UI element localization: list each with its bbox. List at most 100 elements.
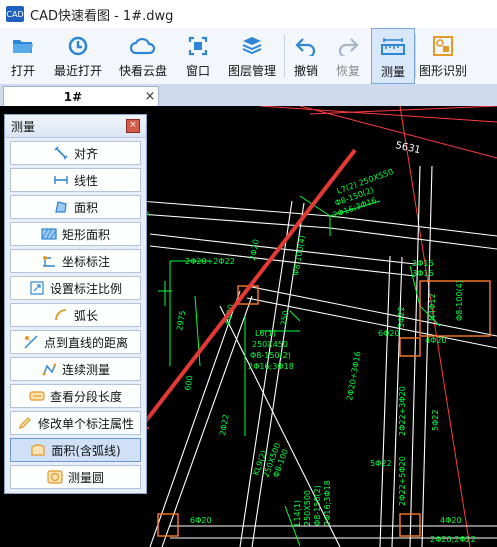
rect-area-button[interactable]: 矩形面积 xyxy=(10,222,141,246)
arc-length-button[interactable]: 弧长 xyxy=(10,303,141,327)
edit-icon xyxy=(17,416,33,430)
open-button[interactable]: 打开 xyxy=(0,28,46,84)
continuous-label: 连续测量 xyxy=(61,362,110,377)
shape-recognize-icon xyxy=(429,34,457,58)
area-arc-icon xyxy=(30,443,46,457)
beam-label: 5Φ22 xyxy=(370,459,392,468)
beam-label: L14(1) xyxy=(293,500,302,526)
rect-area-icon xyxy=(41,227,57,241)
edit-dimension-label: 修改单个标注属性 xyxy=(37,416,134,431)
coordinate-label: 坐标标注 xyxy=(61,254,110,269)
app-logo: CAD xyxy=(6,6,24,22)
open-label: 打开 xyxy=(10,64,35,78)
measure-tool-list: 对齐 线性 面积 矩形面积 坐标标注 设置标注比例 弧长 点到直线的距离 连续测… xyxy=(5,138,146,495)
circle-icon xyxy=(47,470,63,484)
scale-icon xyxy=(29,281,45,295)
beam-label: N4Φ12 xyxy=(428,293,437,321)
beam-label: 2Φ20+2Φ22 xyxy=(185,257,235,266)
align-label: 对齐 xyxy=(73,146,98,161)
toolbar: 打开 最近打开 快看云盘 窗口 图层管理 撤销 恢复 测量 图形识别 xyxy=(0,28,497,85)
cloud-icon xyxy=(129,34,157,58)
undo-label: 撤销 xyxy=(293,64,318,78)
area-icon xyxy=(53,200,69,214)
tab-1[interactable]: 1# × xyxy=(3,86,159,106)
beam-label: Φ8-100(4) xyxy=(455,280,464,321)
beam-label: 2Φ20;2Φ22 xyxy=(430,535,476,544)
shape-recognize-label: 图形识别 xyxy=(418,64,467,78)
point-to-line-button[interactable]: 点到直线的距离 xyxy=(10,330,141,354)
segment-length-button[interactable]: 查看分段长度 xyxy=(10,384,141,408)
beam-label: 5Φ22 xyxy=(431,409,440,431)
measure-label: 测量 xyxy=(380,65,405,79)
edit-dimension-button[interactable]: 修改单个标注属性 xyxy=(10,411,141,435)
beam-label: 2Φ22+5Φ20 xyxy=(398,456,407,506)
beam-label: 2Φ16;3Φ18 xyxy=(323,480,332,526)
area-measure-button[interactable]: 面积 xyxy=(10,195,141,219)
measure-panel: 测量 × 对齐 线性 面积 矩形面积 坐标标注 设置标注比例 弧长 点到直线的距… xyxy=(4,114,147,494)
area-arc-label: 面积(含弧线) xyxy=(51,443,121,458)
dim-label: 250 xyxy=(279,310,291,327)
area-label: 面积 xyxy=(73,200,98,215)
beam-label: 3Φ16 xyxy=(412,269,434,278)
align-measure-button[interactable]: 对齐 xyxy=(10,141,141,165)
beam-label: 3Φ16 xyxy=(412,259,434,268)
recent-label: 最近打开 xyxy=(53,64,102,78)
document-tab-bar: 1# × xyxy=(0,84,497,106)
measure-button[interactable]: 测量 xyxy=(371,28,415,84)
coordinate-button[interactable]: 坐标标注 xyxy=(10,249,141,273)
layers-button[interactable]: 图层管理 xyxy=(220,28,284,84)
align-icon xyxy=(53,146,69,160)
point-line-icon xyxy=(23,335,39,349)
redo-button[interactable]: 恢复 xyxy=(327,28,369,84)
undo-icon xyxy=(292,34,320,58)
area-arc-button[interactable]: 面积(含弧线) xyxy=(10,438,141,462)
dim-label: 600 xyxy=(183,375,195,392)
panel-header: 测量 × xyxy=(5,115,146,138)
panel-title: 测量 xyxy=(11,119,36,134)
point-to-line-label: 点到直线的距离 xyxy=(43,335,128,350)
undo-button[interactable]: 撤销 xyxy=(285,28,327,84)
beam-label: 2Φ16;3Φ18 xyxy=(248,362,294,371)
window-icon xyxy=(184,34,212,58)
close-icon[interactable]: × xyxy=(142,89,158,104)
tab-label: 1# xyxy=(63,89,83,104)
continuous-measure-button[interactable]: 连续测量 xyxy=(10,357,141,381)
arc-length-label: 弧长 xyxy=(73,308,98,323)
window-button[interactable]: 窗口 xyxy=(176,28,220,84)
beam-label: 6Φ20 xyxy=(378,329,400,338)
beam-label: 4Φ20 xyxy=(425,336,447,345)
segment-icon xyxy=(29,389,45,403)
beam-label: 2Φ22+3Φ20 xyxy=(398,386,407,436)
beam-label: 6Φ20 xyxy=(190,516,212,525)
measure-circle-button[interactable]: 测量圆 xyxy=(10,465,141,489)
set-scale-button[interactable]: 设置标注比例 xyxy=(10,276,141,300)
segment-length-label: 查看分段长度 xyxy=(49,389,122,404)
recent-button[interactable]: 最近打开 xyxy=(46,28,110,84)
dim-label: 2975 xyxy=(175,310,187,332)
recent-clock-icon xyxy=(64,34,92,58)
dim-label: 5631 xyxy=(394,140,421,156)
beam-label: 4Φ20 xyxy=(440,516,462,525)
continuous-icon xyxy=(41,362,57,376)
beam-label: L6(1) xyxy=(255,329,276,338)
window-label: 窗口 xyxy=(185,64,210,78)
linear-measure-button[interactable]: 线性 xyxy=(10,168,141,192)
arc-icon xyxy=(53,308,69,322)
measure-circle-label: 测量圆 xyxy=(67,470,104,485)
beam-label: 5Φ22 xyxy=(397,306,406,328)
coordinate-icon xyxy=(41,254,57,268)
beam-label: 2Φ20+3Φ16 xyxy=(345,351,363,402)
beam-label: Φ8-100(4) xyxy=(291,235,307,277)
rect-area-label: 矩形面积 xyxy=(61,227,110,242)
beam-label: 250X500 xyxy=(303,490,312,526)
linear-icon xyxy=(53,173,69,187)
shape-recognize-button[interactable]: 图形识别 xyxy=(416,28,470,84)
set-scale-label: 设置标注比例 xyxy=(49,281,122,296)
redo-label: 恢复 xyxy=(335,64,360,78)
linear-label: 线性 xyxy=(73,173,98,188)
layers-label: 图层管理 xyxy=(227,64,276,78)
close-icon[interactable]: × xyxy=(126,119,140,133)
measure-ruler-icon xyxy=(379,35,407,59)
folder-open-icon xyxy=(9,34,37,58)
cloud-button[interactable]: 快看云盘 xyxy=(110,28,176,84)
